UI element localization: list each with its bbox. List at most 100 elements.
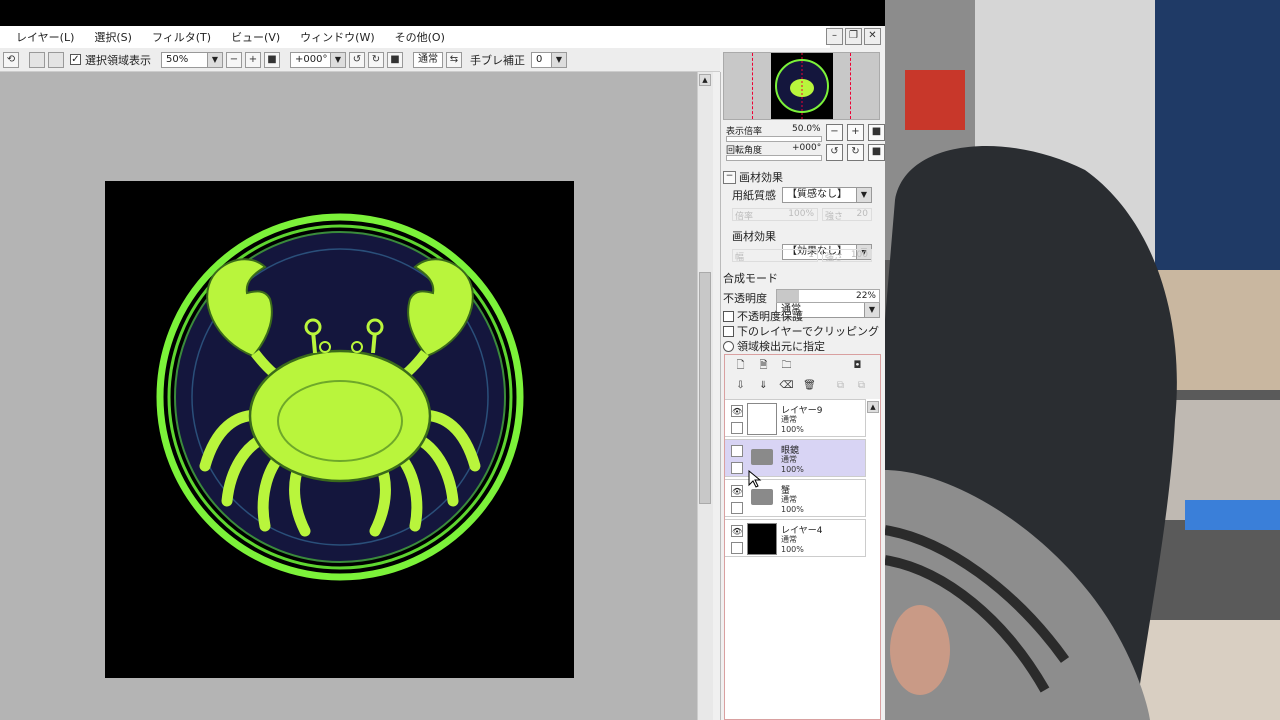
layer-mode: 通常 bbox=[781, 495, 797, 504]
top-strip bbox=[0, 0, 885, 26]
layer-lock-checkbox[interactable] bbox=[731, 502, 743, 514]
clipping-option[interactable]: 下のレイヤーでクリッピング bbox=[723, 323, 879, 339]
layer-row[interactable]: 👁 レイヤー9 通常 100% bbox=[725, 399, 866, 437]
stabilizer-combo[interactable]: 0 ▼ bbox=[531, 51, 567, 68]
material-effect-label: 画材効果 bbox=[732, 230, 776, 243]
hidden-eye-icon[interactable] bbox=[731, 445, 743, 457]
blend-mode-button[interactable]: 通常 bbox=[413, 51, 443, 68]
eye-icon[interactable]: 👁 bbox=[731, 405, 743, 417]
paper-intensity-field: 強さ 20 bbox=[822, 208, 872, 222]
eye-icon[interactable]: 👁 bbox=[731, 485, 743, 497]
minimize-button[interactable]: – bbox=[826, 28, 843, 45]
toolbar: ⟲ ✓ 選択領域表示 50% ▼ − + ■ +000° ▼ ↺ ↻ ■ 通常 … bbox=[0, 48, 720, 72]
new-folder-icon[interactable]: 🗀 bbox=[779, 359, 794, 374]
layer-mask-icon[interactable]: ◘ bbox=[850, 359, 865, 374]
menu-select[interactable]: 選択(S) bbox=[94, 29, 132, 45]
paper-scale-field: 倍率 100% bbox=[732, 208, 818, 222]
crab-emblem-artwork bbox=[156, 213, 524, 581]
rotate-reset-button[interactable]: ■ bbox=[387, 51, 403, 68]
close-button[interactable]: ✕ bbox=[864, 28, 881, 45]
transfer-down-icon[interactable]: ⇩ bbox=[733, 379, 748, 394]
rotate-right-button[interactable]: ↻ bbox=[368, 51, 384, 68]
layer-lock-checkbox[interactable] bbox=[731, 462, 743, 474]
nav-rotate-right-button[interactable]: ↻ bbox=[847, 144, 864, 161]
layer-mode: 通常 bbox=[781, 535, 797, 544]
chevron-down-icon: ▼ bbox=[551, 52, 566, 67]
nav-zoom-reset-button[interactable]: ■ bbox=[868, 124, 885, 141]
texture-header[interactable]: − 画材効果 bbox=[723, 169, 783, 185]
zoom-out-button[interactable]: − bbox=[226, 51, 242, 68]
paper-texture-combo[interactable]: 【質感なし】 ▼ bbox=[782, 187, 872, 203]
nav-zoom-in-button[interactable]: + bbox=[847, 124, 864, 141]
nav-rotate-left-button[interactable]: ↺ bbox=[826, 144, 843, 161]
nav-zoom-buttons: − + ■ bbox=[826, 124, 885, 141]
preserve-opacity-option[interactable]: 不透明度保護 bbox=[723, 308, 803, 324]
navigator-emblem bbox=[775, 53, 829, 119]
clear-layer-icon[interactable]: ⌫ bbox=[779, 379, 794, 394]
layer-panel: 🗋 🗎 🗀 ◘ ⇩ ⇓ ⌫ 🗑 ⧉ ⧉ ▲ 👁 レイヤー9 通常 100% 眼鏡… bbox=[724, 354, 881, 720]
layer-toolbar-row-2: ⇩ ⇓ ⌫ 🗑 ⧉ ⧉ bbox=[733, 379, 869, 394]
refresh-icon[interactable]: ⟲ bbox=[3, 51, 19, 68]
layer-lock-checkbox[interactable] bbox=[731, 422, 743, 434]
opacity-slider[interactable]: 22% bbox=[776, 289, 880, 303]
nav-zoom-slider[interactable] bbox=[726, 136, 822, 142]
delete-layer-icon[interactable]: 🗑 bbox=[802, 379, 817, 394]
opacity-value: 22% bbox=[855, 291, 876, 301]
selection-source-radio[interactable] bbox=[723, 340, 734, 352]
menu-filter[interactable]: フィルタ(T) bbox=[152, 29, 211, 45]
artboard[interactable] bbox=[105, 181, 574, 678]
layer-opacity: 100% bbox=[781, 465, 804, 474]
paint-app-window: レイヤー(L) 選択(S) フィルタ(T) ビュー(V) ウィンドウ(W) その… bbox=[0, 26, 885, 720]
layer-opacity: 100% bbox=[781, 505, 804, 514]
new-vector-layer-icon[interactable]: 🗎 bbox=[756, 359, 771, 374]
rotation-combo[interactable]: +000° ▼ bbox=[290, 51, 346, 68]
folder-icon bbox=[751, 489, 773, 505]
menu-window[interactable]: ウィンドウ(W) bbox=[300, 29, 374, 45]
selection-source-option[interactable]: 領域検出元に指定 bbox=[723, 338, 825, 354]
paper-texture-label: 用紙質感 bbox=[732, 189, 776, 202]
nav-zoom-out-button[interactable]: − bbox=[826, 124, 843, 141]
opacity-slider-fill bbox=[777, 290, 799, 302]
stabilizer-label: 手ブレ補正 bbox=[470, 53, 525, 67]
navigator-preview[interactable] bbox=[723, 52, 880, 120]
nav-rotation-slider[interactable] bbox=[726, 155, 822, 161]
deselect-button[interactable] bbox=[29, 51, 45, 68]
flip-horizontal-button[interactable]: ⇆ bbox=[446, 51, 462, 68]
rotate-left-button[interactable]: ↺ bbox=[349, 51, 365, 68]
scroll-up-icon[interactable]: ▲ bbox=[699, 74, 711, 86]
eye-icon[interactable]: 👁 bbox=[731, 525, 743, 537]
navigator-guide-right bbox=[850, 53, 851, 119]
chevron-down-icon: ▼ bbox=[330, 52, 345, 67]
layer-row[interactable]: 👁 蟹 通常 100% bbox=[725, 479, 866, 517]
preserve-opacity-label: 不透明度保護 bbox=[737, 310, 803, 323]
nav-rotate-reset-button[interactable]: ■ bbox=[868, 144, 885, 161]
chevron-down-icon: ▼ bbox=[207, 52, 222, 67]
menu-layer[interactable]: レイヤー(L) bbox=[16, 29, 74, 45]
paper-texture-value: 【質感なし】 bbox=[787, 189, 847, 200]
layer-toolbar-row-1: 🗋 🗎 🗀 ◘ bbox=[733, 359, 865, 374]
menu-view[interactable]: ビュー(V) bbox=[231, 29, 280, 45]
nav-rotation-buttons: ↺ ↻ ■ bbox=[826, 144, 885, 161]
scrollbar-thumb[interactable] bbox=[699, 272, 711, 504]
invert-selection-button[interactable] bbox=[48, 51, 64, 68]
layer-row[interactable]: 👁 レイヤー4 通常 100% bbox=[725, 519, 866, 557]
menu-other[interactable]: その他(O) bbox=[395, 29, 445, 45]
effect-width-value: 1 bbox=[808, 250, 814, 260]
show-selection-checkbox[interactable]: ✓ bbox=[70, 54, 81, 65]
show-selection-label: 選択領域表示 bbox=[85, 53, 151, 67]
new-layer-icon[interactable]: 🗋 bbox=[733, 359, 748, 374]
zoom-reset-button[interactable]: ■ bbox=[264, 51, 280, 68]
layer-lock-checkbox[interactable] bbox=[731, 542, 743, 554]
zoom-combo[interactable]: 50% ▼ bbox=[161, 51, 223, 68]
layer-scroll-up-icon[interactable]: ▲ bbox=[867, 401, 879, 413]
preserve-opacity-checkbox[interactable] bbox=[723, 310, 734, 322]
zoom-in-button[interactable]: + bbox=[245, 51, 261, 68]
effect-intensity-field: 強さ 100 bbox=[822, 249, 872, 263]
webcam-feed bbox=[885, 0, 1280, 720]
effect-intensity-label: 強さ bbox=[825, 253, 844, 263]
layer-row-selected[interactable]: 眼鏡 通常 100% bbox=[725, 439, 866, 477]
merge-down-icon[interactable]: ⇓ bbox=[756, 379, 771, 394]
collapse-icon[interactable]: − bbox=[723, 170, 736, 184]
restore-button[interactable]: ❐ bbox=[845, 28, 862, 45]
clipping-checkbox[interactable] bbox=[723, 325, 734, 337]
